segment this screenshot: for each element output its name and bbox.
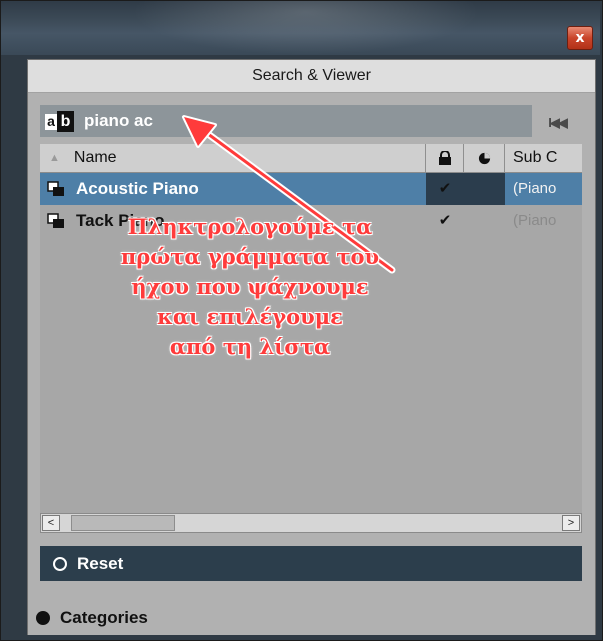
reset-label: Reset — [77, 553, 124, 573]
instrument-preset-icon — [47, 213, 64, 228]
annotation-line: ήχου που ψάχνουμε — [131, 274, 369, 299]
text-search-icon-b: b — [57, 110, 74, 132]
annotation-line: και επιλέγουμε — [157, 304, 343, 329]
annotation-text: Πληκτρολογούμε τα πρώτα γράμματα του ήχο… — [90, 212, 410, 362]
preset-name: Acoustic Piano — [76, 179, 199, 198]
sort-arrow-icon: ▲ — [49, 152, 60, 164]
categories-label: Categories — [60, 608, 148, 627]
column-header-name[interactable]: ▲ Name — [40, 144, 426, 172]
column-header-name-label: Name — [73, 149, 117, 166]
table-row[interactable]: Acoustic Piano ✔ (Piano — [40, 173, 582, 205]
instrument-preset-icon — [47, 181, 64, 196]
row-cell-bg — [464, 173, 505, 205]
annotation-line: Πληκτρολογούμε τα — [127, 214, 373, 239]
lock-icon — [438, 151, 451, 165]
annotation-line: πρώτα γράμματα του — [120, 244, 380, 269]
annotation-line: από τη λίστα — [169, 334, 331, 359]
search-field[interactable]: a b piano ac — [40, 105, 532, 137]
column-header-lock[interactable] — [426, 144, 464, 172]
column-header-sub-category[interactable]: Sub C — [505, 144, 582, 172]
scroll-left-button[interactable]: < — [42, 515, 60, 531]
scroll-thumb[interactable] — [71, 515, 175, 531]
rewind-icon[interactable]: I◀◀ — [543, 114, 571, 132]
title-bar — [1, 1, 600, 55]
column-header-rating[interactable] — [464, 144, 505, 172]
text-search-icon-a: a — [45, 113, 57, 130]
reset-radio-icon — [53, 556, 67, 571]
scroll-right-button[interactable]: > — [562, 515, 580, 531]
categories-section[interactable]: Categories — [28, 601, 595, 635]
categories-dot-icon — [36, 611, 50, 625]
reset-button[interactable]: Reset — [40, 546, 582, 581]
close-button[interactable]: x — [567, 26, 593, 50]
panel-title: Search & Viewer — [28, 60, 595, 93]
sub-category: (Piano — [513, 180, 557, 197]
sub-category: (Piano — [513, 212, 557, 229]
search-query-text[interactable]: piano ac — [84, 111, 153, 131]
title-bar-glow — [131, 1, 481, 55]
lock-check-icon: ✔ — [438, 180, 452, 197]
lock-check-icon: ✔ — [438, 212, 452, 229]
text-search-icon: a b — [45, 110, 76, 132]
table-header: ▲ Name Sub C — [40, 144, 582, 173]
pie-icon — [478, 152, 490, 164]
horizontal-scrollbar[interactable]: < > — [40, 513, 582, 533]
